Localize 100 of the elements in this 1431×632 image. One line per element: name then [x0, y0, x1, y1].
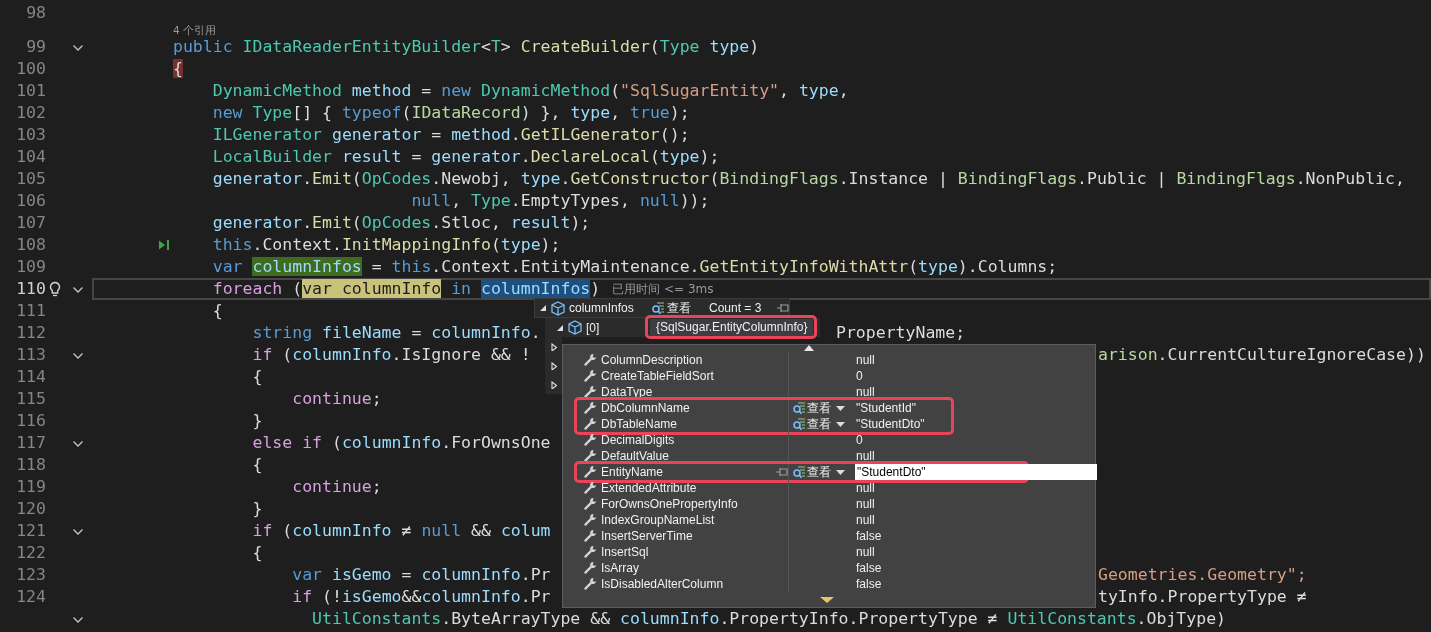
line-number: 101 [15, 80, 46, 102]
expander-icon[interactable] [550, 380, 558, 389]
wrench-icon [583, 417, 597, 431]
code-line: null, Type.EmptyTypes, null)); [410, 190, 710, 212]
wrench-icon [583, 449, 597, 463]
code-line: arison.CurrentCultureIgnoreCase)) [1098, 344, 1426, 366]
down-triangle-icon[interactable] [820, 597, 834, 603]
expander-icon[interactable] [556, 323, 564, 332]
property-name: IsArray [601, 560, 640, 576]
line-number: 123 [15, 564, 46, 586]
expander-icon[interactable] [550, 342, 558, 351]
pin-icon[interactable] [777, 302, 789, 314]
property-name: DataType [601, 384, 654, 400]
code-line: string fileName = columnInfo. [251, 323, 541, 342]
wrench-icon [583, 385, 597, 399]
line-number: 108 [15, 234, 46, 256]
line-number: 103 [15, 124, 46, 146]
line-number: 117 [15, 432, 46, 454]
pin-icon[interactable] [776, 466, 788, 478]
property-value: "StudentId" [855, 400, 917, 416]
code-line: Geometries.Geometry"; [1098, 564, 1307, 586]
line-number: 110 [15, 278, 46, 300]
code-line: if (columnInfo.IsIgnore && ! [251, 345, 531, 364]
wrench-icon [583, 369, 597, 383]
value-edit-field[interactable]: "StudentDto" [855, 464, 1097, 480]
code-line: generator.Emit(OpCodes.Stloc, result); [211, 212, 591, 234]
property-value: null [855, 544, 876, 560]
symbol-highlight: columnInfos [252, 257, 362, 276]
property-name: InsertSql [601, 544, 650, 560]
code-line: ILGenerator generator = method.GetILGenerator(); [211, 124, 690, 146]
line-number: 98 [25, 2, 46, 24]
visualizer-button[interactable]: 查看 [651, 300, 709, 316]
property-value: false [855, 528, 883, 544]
property-value: null [855, 512, 876, 528]
expander-icon[interactable] [539, 304, 547, 312]
property-name: ExtendedAttribute [601, 480, 698, 496]
property-name: DecimalDigits [601, 432, 676, 448]
visualizer-button[interactable]: 查看 [792, 464, 845, 480]
expander-icon[interactable] [550, 361, 558, 370]
caret-icon[interactable] [836, 405, 845, 411]
code-line: PropertyName; [836, 322, 966, 344]
line-number: 120 [15, 498, 46, 520]
line-number: 122 [15, 542, 46, 564]
caret-icon[interactable] [836, 421, 845, 427]
wrench-icon [583, 545, 597, 559]
wrench-icon [583, 401, 597, 415]
property-value: null [855, 352, 876, 368]
line-number: 115 [15, 388, 46, 410]
code-line: { [251, 542, 263, 564]
line-number: 104 [15, 146, 46, 168]
magnifier-icon [792, 401, 806, 415]
symbol-highlight: { [173, 59, 183, 78]
line-number: 121 [15, 520, 46, 542]
reference-count-link[interactable]: 4 个引用 [173, 24, 217, 36]
run-to-cursor-icon[interactable] [158, 239, 170, 251]
lightbulb-icon[interactable] [48, 281, 62, 297]
property-name: DbTableName [601, 416, 679, 432]
code-line: if (!isGemo&&columnInfo.Pr [291, 587, 551, 606]
property-name: IsDisabledAlterColumn [601, 576, 725, 592]
up-triangle-icon [804, 345, 814, 351]
symbol-highlight: var [302, 279, 332, 298]
code-line: var columnInfos = this.Context.EntityMaintenance.GetEntityInfoWithAttr(type).Columns; [211, 256, 1058, 278]
line-number: 100 [15, 58, 46, 80]
line-number: 102 [15, 102, 46, 124]
wrench-icon [583, 577, 597, 591]
property-value: null [855, 384, 876, 400]
code-line: new Type[] { typeof(IDataRecord) }, type, true); [211, 102, 690, 124]
code-line: continue; [291, 476, 382, 498]
wrench-icon [583, 353, 597, 367]
line-number: 99 [25, 36, 46, 58]
magnifier-icon [792, 417, 806, 431]
variable-name: [0] [586, 320, 601, 335]
variable-name: columnInfos [569, 301, 635, 315]
property-value: null [855, 448, 876, 464]
property-name: EntityName [601, 464, 665, 480]
line-number: 114 [15, 366, 46, 388]
visualizer-button[interactable]: 查看 [792, 416, 845, 432]
property-value: false [855, 560, 883, 576]
elapsed-time-hint: 已用时间 <= 3ms [612, 280, 714, 298]
caret-icon[interactable] [836, 469, 845, 475]
line-number: 116 [15, 410, 46, 432]
property-value: null [855, 480, 876, 496]
line-number: 107 [15, 212, 46, 234]
visualizer-button[interactable]: 查看 [792, 400, 845, 416]
wrench-icon [583, 561, 597, 575]
wrench-icon [583, 481, 597, 495]
line-number: 111 [15, 300, 46, 322]
wrench-icon [583, 529, 597, 543]
code-line: { [251, 454, 263, 476]
property-name: InsertServerTime [601, 528, 694, 544]
property-name: IndexGroupNameList [601, 512, 716, 528]
property-value: 0 [855, 432, 864, 448]
code-line: { [251, 366, 263, 388]
code-line: foreach (var columnInfo in columnInfos) [211, 280, 601, 298]
line-number: 119 [15, 476, 46, 498]
property-name: DbColumnName [601, 400, 691, 416]
magnifier-icon [792, 465, 806, 479]
code-line: continue; [291, 388, 382, 410]
code-line: } [251, 410, 263, 432]
property-value: false [855, 576, 883, 592]
